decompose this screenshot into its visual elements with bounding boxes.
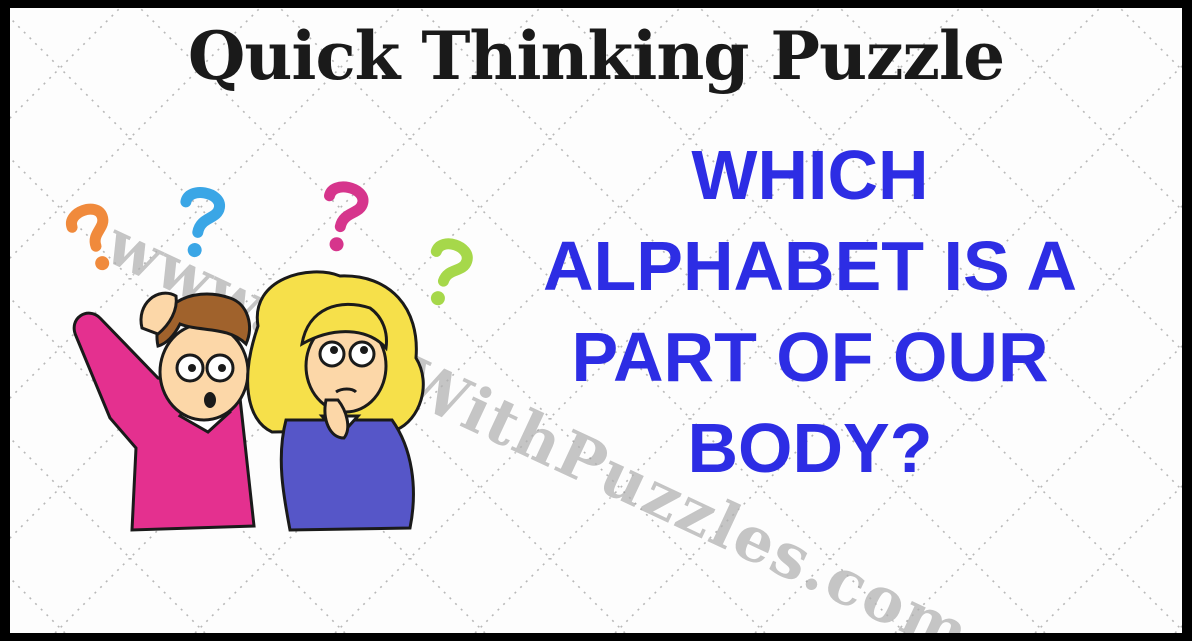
confused-girl-figure [246,270,425,532]
puzzle-question: WHICH ALPHABET IS A PART OF OUR BODY? [460,130,1160,494]
image-frame: www.FunWithPuzzles.com Quick Thinking Pu… [0,0,1192,641]
page-title: Quick Thinking Puzzle [187,17,1005,95]
question-line-4: BODY? [687,409,933,487]
question-mark-orange-icon [66,203,110,271]
question-mark-blue-icon [180,187,225,258]
confused-boy-figure [72,291,256,532]
question-line-2: ALPHABET IS A [542,227,1078,305]
question-mark-magenta-icon [324,181,369,252]
puzzle-card: www.FunWithPuzzles.com Quick Thinking Pu… [10,8,1182,633]
question-line-3: PART OF OUR [571,318,1049,396]
confused-couple-illustration [66,181,473,532]
question-line-1: WHICH [691,136,929,214]
